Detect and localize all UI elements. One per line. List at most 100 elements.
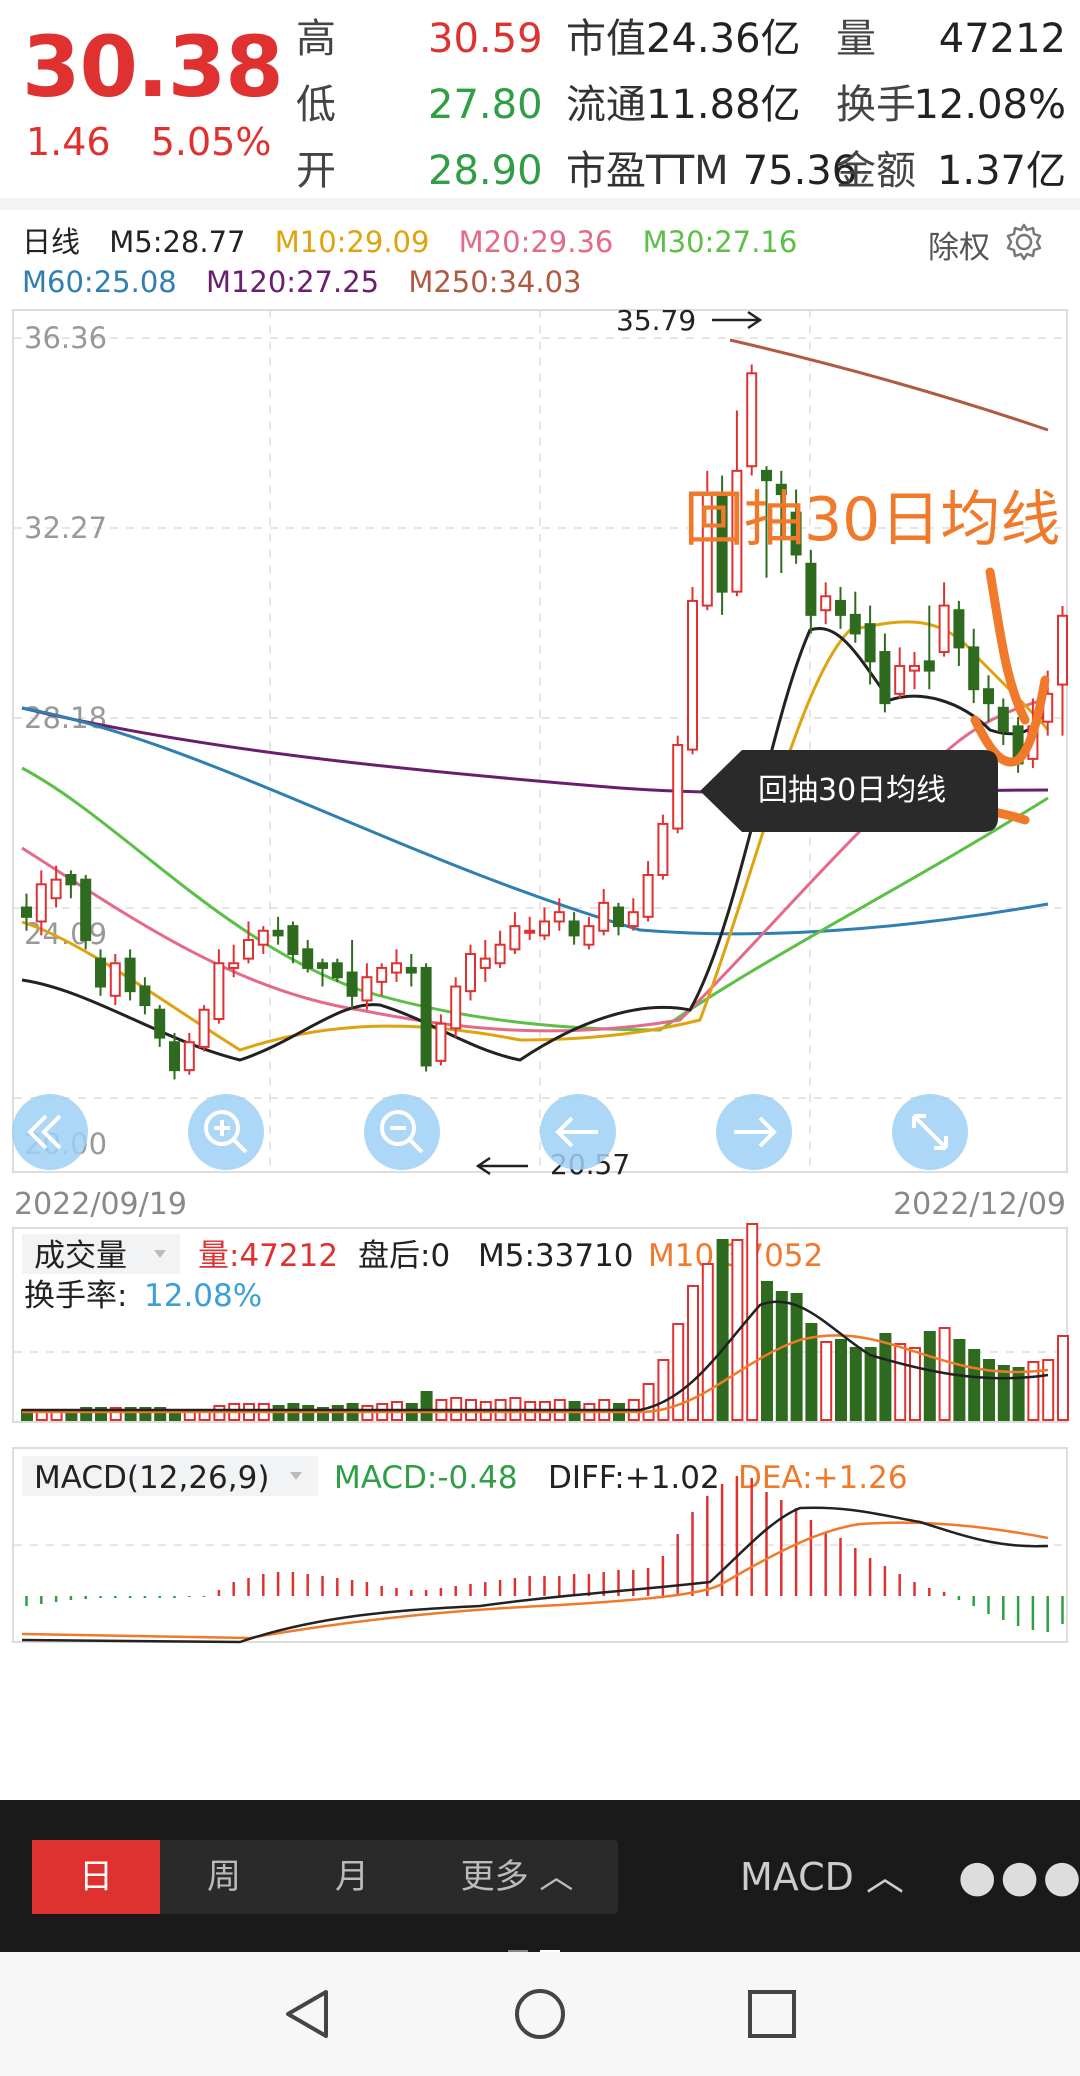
- candle-body: [657, 822, 669, 877]
- candle-body: [228, 962, 240, 969]
- candle-body: [672, 743, 684, 830]
- scroll-start-button[interactable]: [12, 1094, 88, 1170]
- candle-body: [997, 706, 1009, 733]
- candle-body: [213, 962, 225, 1021]
- ma60-legend: M60:25.08: [22, 265, 177, 299]
- volume-m5: M5:33710: [478, 1238, 634, 1274]
- scroll-right-button[interactable]: [716, 1094, 792, 1170]
- ma10-legend: M10:29.09: [274, 225, 430, 259]
- macd-title: MACD(12,26,9): [34, 1460, 269, 1496]
- header-divider: [0, 198, 1080, 210]
- candle-body: [909, 664, 920, 672]
- amount-label: 金额: [836, 148, 916, 194]
- candle-body: [509, 925, 521, 951]
- ma250-legend: M250:34.03: [408, 265, 582, 299]
- after-hours-volume: 盘后:0: [358, 1238, 450, 1274]
- volume-bar: [864, 1347, 877, 1421]
- zoom-in-button[interactable]: [188, 1094, 264, 1170]
- volume-bar: [1057, 1335, 1069, 1421]
- right-arrow-icon: [712, 310, 763, 330]
- candle-body: [302, 948, 314, 969]
- valuation-stats: 市值24.36亿 流通11.88亿 市盈TTM 75.36: [566, 6, 857, 204]
- market-cap: 市值24.36亿: [566, 6, 857, 72]
- volume-bar: [1012, 1367, 1025, 1421]
- candle-body: [109, 962, 121, 997]
- high-annotation: 35.79: [616, 304, 763, 337]
- volume-value: 量:47212: [198, 1238, 338, 1274]
- float-cap: 流通11.88亿: [566, 72, 857, 138]
- high-label: 高: [296, 16, 336, 62]
- tab-daily[interactable]: 日: [32, 1840, 160, 1914]
- candle-body: [35, 883, 47, 923]
- fullscreen-button[interactable]: [892, 1094, 968, 1170]
- candle-body: [539, 920, 550, 937]
- volume-bar: [716, 1239, 729, 1421]
- ma-legend: 日线 M5:28.77 M10:29.09 M20:29.36 M30:27.1…: [22, 222, 817, 302]
- candle-body: [879, 651, 891, 705]
- candle-body: [124, 957, 136, 993]
- tab-weekly[interactable]: 周: [160, 1840, 288, 1914]
- stock-chart[interactable]: 36.36 32.27 28.18 24.09 20.00 35.79 20.5…: [0, 300, 1080, 1800]
- candle-body: [405, 966, 417, 974]
- candle-body: [420, 966, 432, 1067]
- volume-value: 47212: [938, 16, 1066, 62]
- candle-body: [1057, 614, 1068, 686]
- candle-body: [272, 929, 284, 937]
- more-options-icon[interactable]: ●●●: [958, 1840, 1080, 1914]
- candle-body: [154, 1008, 166, 1039]
- home-icon[interactable]: [508, 1982, 572, 2046]
- gear-icon[interactable]: [1004, 222, 1044, 262]
- candle-body: [894, 664, 906, 695]
- scroll-left-button[interactable]: [540, 1094, 616, 1170]
- candle-body: [287, 925, 299, 955]
- tab-monthly[interactable]: 月: [288, 1840, 416, 1914]
- candle-body: [317, 962, 328, 969]
- hlo-labels: 高 低 开: [296, 6, 336, 204]
- candle-body: [524, 929, 536, 934]
- period-label[interactable]: 日线: [22, 225, 80, 259]
- volume-bar: [746, 1223, 759, 1421]
- turnover-value: 12.08%: [913, 82, 1066, 128]
- open-label: 开: [296, 148, 336, 194]
- candle-body: [864, 623, 876, 663]
- candle-body: [391, 962, 402, 974]
- price-axis: 36.36 32.27 28.18 24.09 20.00: [24, 321, 107, 1161]
- ex-rights-toggle[interactable]: 除权: [928, 222, 990, 267]
- start-date: 2022/09/19: [14, 1187, 187, 1222]
- recents-icon[interactable]: [740, 1982, 804, 2046]
- back-icon[interactable]: [276, 1982, 340, 2046]
- indicator-select[interactable]: MACD ︿: [740, 1840, 904, 1914]
- candle-body: [169, 1041, 180, 1072]
- trade-stat-labels: 量 换手 金额: [836, 6, 916, 204]
- price-change-percent: 5.05%: [150, 120, 272, 164]
- volume-ma-lines: [22, 1300, 1049, 1414]
- ma30-legend: M30:27.16: [642, 225, 798, 259]
- diff-value: DIFF:+1.02: [548, 1460, 720, 1496]
- candle-body: [642, 874, 654, 918]
- candle-body: [139, 985, 151, 1007]
- candle-body: [968, 646, 980, 691]
- open-value: 28.90: [428, 148, 543, 194]
- price-tick: 36.36: [24, 321, 107, 355]
- candle-body: [598, 901, 610, 932]
- volume-bar: [701, 1263, 714, 1421]
- chart-toolbar: 日 周 月 更多 ︿ MACD ︿ ●●●: [0, 1800, 1080, 1957]
- tab-more[interactable]: 更多 ︿: [416, 1840, 618, 1914]
- candle-body: [568, 920, 580, 937]
- volume-bar: [879, 1333, 892, 1421]
- candle-body: [50, 878, 62, 900]
- candle-body: [65, 874, 77, 886]
- turnover-rate-value: 12.08%: [144, 1278, 262, 1314]
- hlo-values: 30.59 27.80 28.90: [428, 6, 543, 204]
- volume-bar: [790, 1293, 803, 1421]
- candle-body: [494, 943, 506, 965]
- candle-body: [21, 906, 32, 918]
- candle-body: [450, 985, 462, 1030]
- candle-body: [746, 372, 758, 468]
- ma250-line: [729, 338, 1049, 432]
- price-change-row: 1.46 5.05%: [26, 120, 299, 164]
- zoom-out-button[interactable]: [364, 1094, 440, 1170]
- candle-body: [346, 971, 358, 997]
- pe-ttm: 市盈TTM 75.36: [566, 138, 857, 204]
- candle-body: [198, 1008, 210, 1048]
